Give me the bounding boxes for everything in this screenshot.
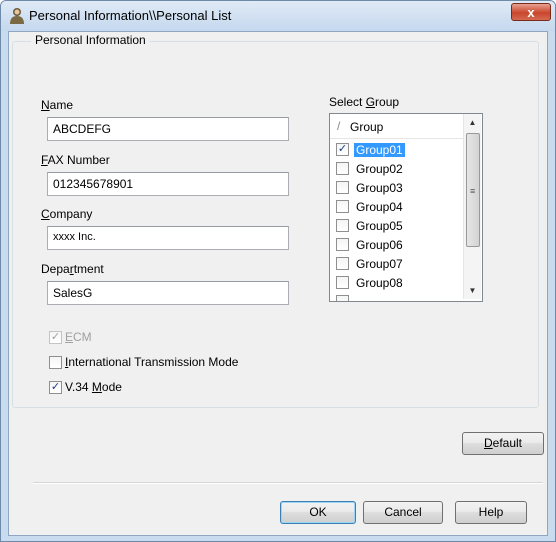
- group-list-item[interactable]: Group02: [334, 160, 463, 178]
- close-icon: x: [527, 5, 535, 20]
- fax-label: FAX Number: [41, 153, 110, 167]
- group-item-label: Group01: [353, 142, 406, 158]
- title-bar: Personal Information\\Personal List x: [1, 1, 555, 31]
- person-icon: [9, 7, 25, 25]
- personal-info-title: Personal Information: [31, 33, 150, 47]
- group04-checkbox[interactable]: [336, 200, 349, 213]
- group-list-item[interactable]: Group08: [334, 274, 463, 292]
- department-label: Department: [41, 262, 104, 276]
- group07-checkbox[interactable]: [336, 257, 349, 270]
- group-list-item[interactable]: Group05: [334, 217, 463, 235]
- footer-divider: [33, 482, 543, 484]
- company-label: Company: [41, 207, 93, 221]
- company-field[interactable]: xxxx Inc.: [47, 226, 289, 250]
- ecm-label: ECM: [65, 330, 92, 344]
- name-label-rest: ame: [49, 98, 74, 112]
- default-button[interactable]: Default: [462, 432, 544, 455]
- group-list-scrollbar[interactable]: ▲ ≡ ▼: [463, 114, 481, 299]
- international-transmission-checkbox[interactable]: [49, 356, 62, 369]
- scroll-thumb[interactable]: ≡: [466, 133, 480, 247]
- department-field[interactable]: SalesG: [47, 281, 289, 305]
- window-title: Personal Information\\Personal List: [29, 8, 232, 23]
- close-button[interactable]: x: [511, 3, 551, 21]
- group06-checkbox[interactable]: [336, 238, 349, 251]
- scroll-up-arrow-icon[interactable]: ▲: [464, 114, 481, 131]
- help-button[interactable]: Help: [455, 501, 527, 524]
- group03-checkbox[interactable]: [336, 181, 349, 194]
- group-list-item[interactable]: Group06: [334, 236, 463, 254]
- group-list-item-partial[interactable]: [334, 293, 463, 301]
- name-field[interactable]: ABCDEFG: [47, 117, 289, 141]
- group-list-item[interactable]: Group04: [334, 198, 463, 216]
- group02-checkbox[interactable]: [336, 162, 349, 175]
- select-group-label: Select Group: [329, 95, 400, 109]
- group-item-label: Group02: [356, 162, 403, 176]
- grip-icon: ≡: [470, 186, 476, 196]
- group-item-label: Group05: [356, 219, 403, 233]
- group08-checkbox[interactable]: [336, 276, 349, 289]
- group-item-label: Group08: [356, 276, 403, 290]
- group-header-label: Group: [350, 120, 384, 134]
- ok-button[interactable]: OK: [280, 501, 356, 524]
- scroll-down-arrow-icon[interactable]: ▼: [464, 282, 481, 299]
- group-item-label: Group06: [356, 238, 403, 252]
- header-separator: /: [337, 119, 341, 133]
- ecm-checkbox: ✓: [49, 331, 62, 344]
- group-list-item[interactable]: Group03: [334, 179, 463, 197]
- v34-mode-label: V.34 Mode: [65, 380, 122, 394]
- group01-checkbox[interactable]: ✓: [336, 143, 349, 156]
- group-listbox[interactable]: / Group ✓ Group01 Group02 Group03 Group0…: [329, 113, 483, 302]
- group-list-item[interactable]: ✓ Group01: [334, 141, 463, 159]
- fax-number-field[interactable]: 012345678901: [47, 172, 289, 196]
- group05-checkbox[interactable]: [336, 219, 349, 232]
- group-list-item[interactable]: Group07: [334, 255, 463, 273]
- cancel-button[interactable]: Cancel: [363, 501, 443, 524]
- name-label: Name: [41, 98, 74, 112]
- group-item-label: Group04: [356, 200, 403, 214]
- v34-mode-checkbox[interactable]: ✓: [49, 381, 62, 394]
- international-transmission-label: International Transmission Mode: [65, 355, 239, 369]
- group09-checkbox[interactable]: [336, 295, 349, 301]
- group-item-label: Group03: [356, 181, 403, 195]
- group-item-label: Group07: [356, 257, 403, 271]
- group-column-header[interactable]: / Group: [330, 114, 463, 139]
